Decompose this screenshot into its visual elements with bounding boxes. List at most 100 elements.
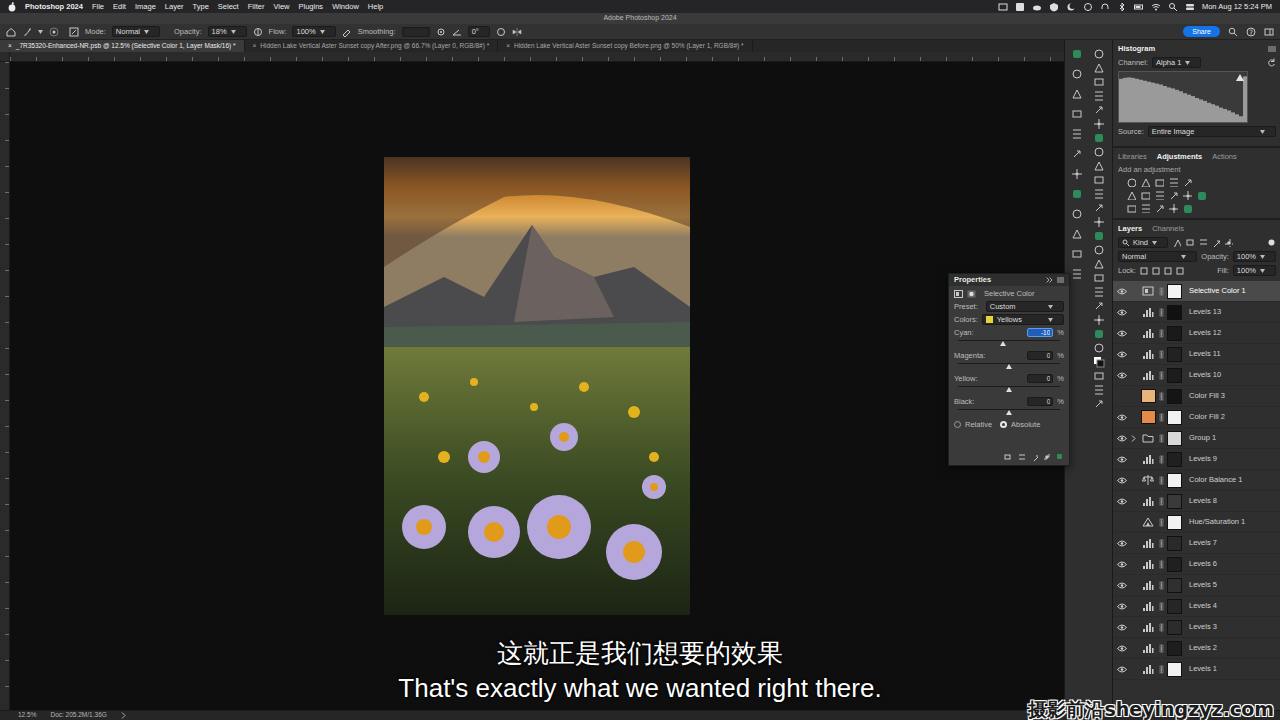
eye-icon[interactable] — [1117, 603, 1127, 610]
vibrance-icon[interactable] — [1126, 190, 1136, 200]
expand-toggle[interactable] — [1130, 435, 1137, 442]
zoom-level[interactable]: 12.5% — [18, 711, 36, 719]
display-icon[interactable] — [998, 2, 1008, 12]
type-tool-icon[interactable] — [1093, 272, 1105, 284]
brush-icon[interactable] — [22, 27, 32, 37]
eye-icon[interactable] — [1117, 624, 1127, 631]
method-option[interactable]: Relative — [954, 420, 992, 429]
adjustment-filter-icon[interactable] — [1185, 238, 1194, 247]
radio-button[interactable] — [954, 421, 961, 428]
battery-icon[interactable] — [1134, 2, 1144, 12]
mode-dropdown[interactable]: Normal — [112, 26, 160, 37]
slider-value-field[interactable] — [1027, 328, 1053, 337]
levels-icon[interactable] — [1140, 177, 1150, 187]
apple-icon[interactable] — [8, 2, 16, 12]
extra-tool-icon[interactable] — [1093, 398, 1105, 410]
bluetooth-icon[interactable] — [1117, 2, 1127, 12]
layer-mask-thumbnail[interactable] — [1167, 326, 1182, 341]
layer-row[interactable]: Levels 3 — [1113, 617, 1280, 638]
layer-name[interactable]: Levels 8 — [1189, 496, 1217, 505]
layer-row[interactable]: Levels 11 — [1113, 344, 1280, 365]
dropdown-caret-icon[interactable] — [1048, 318, 1053, 322]
smoothing-settings-icon[interactable] — [436, 27, 446, 37]
layer-name[interactable]: Color Fill 3 — [1189, 391, 1225, 400]
visibility-toggle[interactable] — [1117, 286, 1127, 296]
dropdown-caret-icon[interactable] — [320, 30, 325, 34]
brightness-icon[interactable] — [1126, 177, 1136, 187]
healing-brush-tool-icon[interactable] — [1093, 146, 1105, 158]
close-icon[interactable] — [1015, 2, 1025, 12]
panel-tab[interactable]: Adjustments — [1157, 152, 1202, 161]
eye-icon[interactable] — [1117, 666, 1127, 673]
eraser-tool-icon[interactable] — [1093, 202, 1105, 214]
dropdown-caret-icon[interactable] — [1260, 130, 1265, 134]
colors-dropdown[interactable]: Yellows — [982, 314, 1064, 325]
dropdown-caret-icon[interactable] — [1185, 61, 1190, 65]
layer-row[interactable]: Levels 1 — [1113, 659, 1280, 680]
slider-track[interactable] — [958, 386, 1060, 392]
eye-icon[interactable] — [1117, 456, 1127, 463]
smart-object-filter-icon[interactable] — [1224, 238, 1233, 247]
crop-tool-icon[interactable] — [1093, 104, 1105, 116]
lasso-tool-icon[interactable] — [1093, 76, 1105, 88]
layer-mask-thumbnail[interactable] — [1167, 578, 1182, 593]
layer-mask-thumbnail[interactable] — [1167, 305, 1182, 320]
layer-row[interactable]: Color Fill 3 — [1113, 386, 1280, 407]
visibility-toggle[interactable] — [1117, 349, 1127, 359]
layer-row[interactable]: Levels 12 — [1113, 323, 1280, 344]
properties-icon[interactable] — [1071, 188, 1083, 200]
layer-name[interactable]: Levels 11 — [1189, 349, 1221, 358]
layer-row[interactable]: Levels 10 — [1113, 365, 1280, 386]
pixel-filter-icon[interactable] — [1172, 238, 1181, 247]
help-icon[interactable] — [1246, 27, 1256, 37]
invert-icon[interactable] — [1126, 203, 1136, 213]
layer-name[interactable]: Levels 7 — [1189, 538, 1217, 547]
visibility-toggle[interactable] — [1117, 580, 1127, 590]
eye-icon[interactable] — [1117, 414, 1127, 421]
layer-mask-thumbnail[interactable] — [1167, 620, 1182, 635]
menu-item[interactable]: Filter — [248, 2, 265, 11]
selective-color-icon[interactable] — [1168, 203, 1178, 213]
magic-wand-tool-icon[interactable] — [1093, 90, 1105, 102]
dropdown-caret-icon[interactable] — [1260, 255, 1265, 259]
document-tab[interactable]: ×Hidden Lake Vertical Aster Sunset copy … — [498, 40, 752, 52]
visibility-toggle[interactable] — [1117, 538, 1127, 548]
visibility-toggle[interactable] — [1117, 433, 1127, 443]
opacity-field[interactable]: 18% — [208, 26, 247, 37]
hue-saturation-icon[interactable] — [1140, 190, 1150, 200]
menu-item[interactable]: Edit — [113, 2, 126, 11]
slider-track[interactable] — [958, 340, 1060, 346]
dropdown-caret-icon[interactable] — [1152, 241, 1157, 245]
dropdown-caret-icon[interactable] — [231, 30, 236, 34]
lock-artboard-icon[interactable] — [1164, 267, 1172, 275]
menu-item[interactable]: Layer — [165, 2, 184, 11]
layer-name[interactable]: Levels 4 — [1189, 601, 1217, 610]
brush-settings-icon[interactable] — [69, 27, 79, 37]
method-option[interactable]: Absolute — [1000, 420, 1040, 429]
layer-row[interactable]: Color Balance 1 — [1113, 470, 1280, 491]
panel-menu-icon[interactable] — [1268, 46, 1276, 52]
source-dropdown[interactable]: Entire Image — [1148, 126, 1276, 137]
lock-pixels-icon[interactable] — [1140, 267, 1148, 275]
layer-mask-thumbnail[interactable] — [1167, 515, 1182, 530]
color-lookup-icon[interactable] — [1182, 203, 1192, 213]
document-tab[interactable]: ×_7R35320-Enhanced-NR.psb @ 12.5% (Selec… — [0, 40, 245, 52]
symmetry-icon[interactable] — [512, 27, 522, 37]
visibility-toggle[interactable] — [1117, 412, 1127, 422]
shield-icon[interactable] — [1049, 2, 1059, 12]
app-menu[interactable]: Photoshop 2024 — [25, 2, 83, 11]
channel-dropdown[interactable]: Alpha 1 — [1152, 57, 1201, 68]
control-center-icon[interactable] — [1185, 2, 1195, 12]
mask-icon[interactable] — [967, 290, 976, 298]
layer-opacity-field[interactable]: 100% — [1233, 251, 1276, 262]
menu-item[interactable]: Select — [218, 2, 239, 11]
visibility-icon[interactable] — [1043, 453, 1051, 461]
angle-icon[interactable] — [452, 27, 462, 37]
frame-tool-icon[interactable] — [1093, 118, 1105, 130]
eye-icon[interactable] — [1117, 372, 1127, 379]
visibility-toggle[interactable] — [1117, 307, 1127, 317]
layer-mask-thumbnail[interactable] — [1167, 368, 1182, 383]
menu-item[interactable]: Help — [368, 2, 383, 11]
layer-name[interactable]: Levels 6 — [1189, 559, 1217, 568]
cloud-icon[interactable] — [1032, 2, 1042, 12]
